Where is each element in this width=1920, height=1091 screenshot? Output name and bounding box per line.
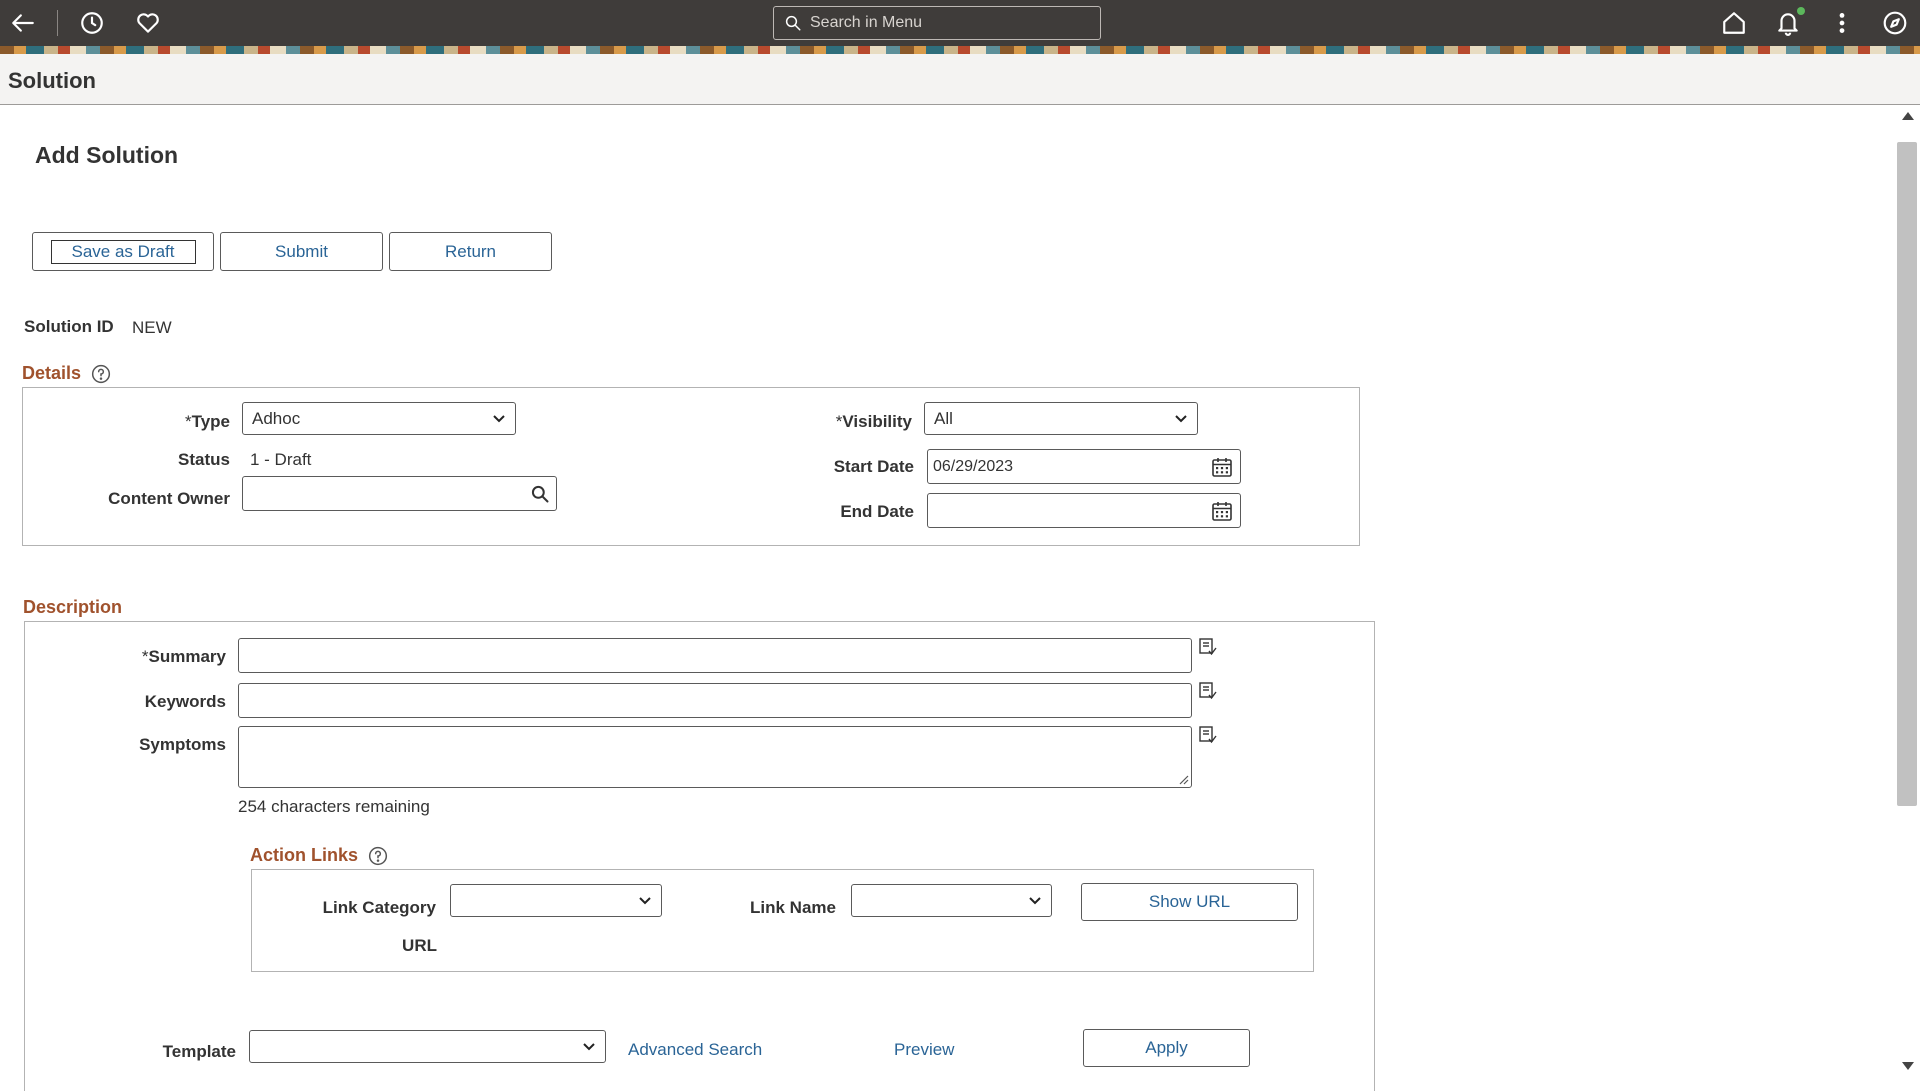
toolbar-divider — [57, 10, 58, 36]
spell-check-icon[interactable] — [1198, 637, 1218, 657]
search-icon[interactable] — [530, 484, 550, 504]
scroll-down-arrow-icon[interactable] — [1902, 1062, 1914, 1070]
summary-label: *Summary — [110, 647, 226, 667]
save-as-draft-button[interactable]: Save as Draft — [32, 232, 214, 271]
characters-remaining: 254 characters remaining — [238, 797, 430, 816]
type-select[interactable]: Adhoc — [242, 402, 516, 435]
type-select-value: Adhoc — [252, 408, 301, 428]
top-navigation-bar: Search in Menu — [0, 0, 1920, 46]
start-date-value: 06/29/2023 — [933, 457, 1014, 475]
search-icon — [785, 15, 801, 31]
link-name-label: Link Name — [750, 898, 836, 917]
description-heading-text: Description — [23, 597, 123, 617]
chevron-down-icon — [1175, 415, 1187, 423]
action-links-heading-text: Action Links — [250, 845, 359, 865]
scrollbar-thumb[interactable] — [1897, 142, 1917, 806]
chevron-down-icon — [639, 897, 651, 905]
page-subtitle: Add Solution — [35, 142, 179, 168]
vertical-scrollbar[interactable] — [1894, 106, 1920, 1080]
compass-icon[interactable] — [1880, 8, 1910, 38]
decorative-banner — [0, 46, 1920, 54]
calendar-icon[interactable] — [1210, 455, 1234, 479]
show-url-button[interactable]: Show URL — [1081, 883, 1298, 921]
required-marker: * — [141, 647, 149, 666]
symptoms-textarea[interactable] — [238, 726, 1192, 788]
history-icon[interactable] — [77, 8, 107, 38]
solution-id-value: NEW — [132, 318, 172, 337]
save-as-draft-label: Save as Draft — [50, 239, 196, 264]
keywords-input[interactable] — [238, 683, 1192, 718]
link-category-label: Link Category — [322, 898, 436, 917]
page-title-bar: Solution — [0, 54, 1920, 105]
chevron-down-icon — [493, 415, 505, 423]
kebab-menu-icon[interactable] — [1827, 8, 1857, 38]
submit-button[interactable]: Submit — [220, 232, 383, 271]
description-heading: Description — [23, 597, 122, 618]
content-owner-input[interactable] — [242, 476, 557, 511]
type-label-text: Type — [191, 412, 230, 431]
visibility-select[interactable]: All — [924, 402, 1198, 435]
end-date-input[interactable] — [927, 493, 1241, 528]
return-button[interactable]: Return — [389, 232, 552, 271]
required-marker: * — [184, 412, 192, 431]
chevron-down-icon — [1029, 897, 1041, 905]
notification-dot — [1797, 7, 1805, 15]
apply-button[interactable]: Apply — [1083, 1029, 1250, 1067]
template-label: Template — [162, 1042, 236, 1061]
solution-id-label: Solution ID — [24, 317, 114, 336]
type-label: *Type — [150, 412, 230, 432]
advanced-search-link[interactable]: Advanced Search — [628, 1040, 762, 1060]
visibility-select-value: All — [934, 408, 953, 428]
resize-handle-icon[interactable] — [1177, 773, 1189, 785]
help-icon[interactable] — [368, 846, 388, 866]
template-select[interactable] — [249, 1030, 606, 1063]
menu-search-input[interactable]: Search in Menu — [773, 6, 1101, 40]
link-category-select[interactable] — [450, 884, 662, 917]
status-label: Status — [178, 450, 230, 469]
back-arrow-icon[interactable] — [8, 8, 38, 38]
search-placeholder: Search in Menu — [810, 14, 923, 31]
details-heading: Details — [22, 363, 111, 384]
visibility-label: *Visibility — [800, 412, 912, 432]
help-icon[interactable] — [91, 364, 111, 384]
scroll-up-arrow-icon[interactable] — [1902, 112, 1914, 120]
details-heading-text: Details — [22, 363, 82, 383]
page-title: Solution — [8, 68, 96, 93]
calendar-icon[interactable] — [1210, 499, 1234, 523]
link-name-select[interactable] — [851, 884, 1052, 917]
action-links-heading: Action Links — [250, 845, 388, 866]
start-date-input[interactable]: 06/29/2023 — [927, 449, 1241, 484]
home-icon[interactable] — [1719, 8, 1749, 38]
symptoms-label: Symptoms — [139, 735, 226, 754]
spell-check-icon[interactable] — [1198, 725, 1218, 745]
content-owner-label: Content Owner — [108, 489, 230, 508]
end-date-label: End Date — [840, 502, 914, 521]
heart-icon[interactable] — [133, 8, 163, 38]
visibility-label-text: Visibility — [842, 412, 912, 431]
chevron-down-icon — [583, 1043, 595, 1051]
keywords-label: Keywords — [144, 692, 226, 711]
spell-check-icon[interactable] — [1198, 681, 1218, 701]
summary-label-text: Summary — [148, 647, 226, 666]
preview-link[interactable]: Preview — [894, 1040, 954, 1060]
url-label: URL — [402, 936, 437, 955]
status-value: 1 - Draft — [250, 450, 312, 469]
summary-input[interactable] — [238, 638, 1192, 673]
start-date-label: Start Date — [833, 457, 914, 476]
